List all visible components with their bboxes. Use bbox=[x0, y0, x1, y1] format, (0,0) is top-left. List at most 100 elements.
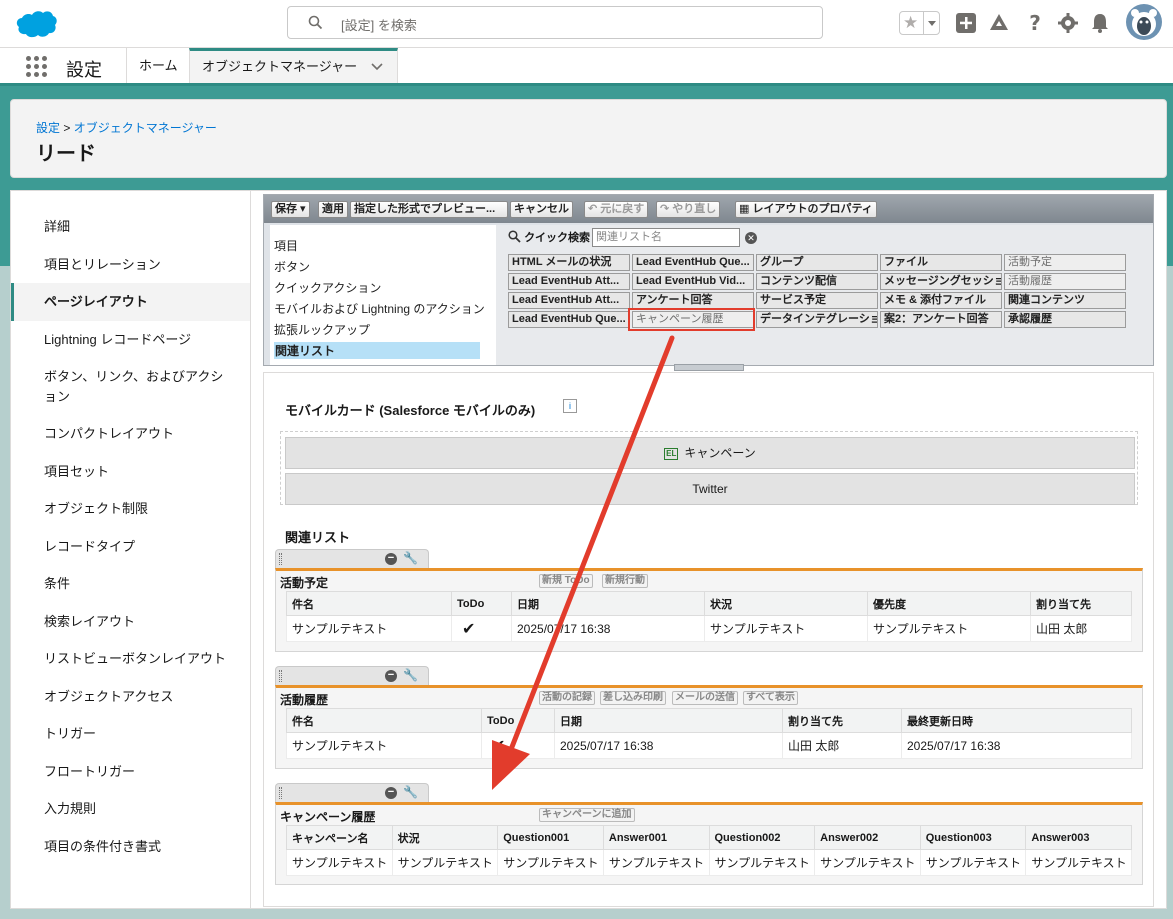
related-list-activity-history[interactable]: 活動履歴 活動の記録 差し込み印刷 メールの送信 すべて表示 件名 ToDo 日… bbox=[275, 685, 1143, 769]
palette-item[interactable]: アンケート回答 bbox=[632, 292, 754, 309]
info-icon[interactable]: i bbox=[563, 399, 577, 413]
sidebar-item-flow-triggers[interactable]: フロートリガー bbox=[11, 762, 250, 782]
sidebar-item-field-sets[interactable]: 項目セット bbox=[11, 462, 250, 482]
sidebar-item-compact-layouts[interactable]: コンパクトレイアウト bbox=[11, 424, 250, 444]
clear-search-icon[interactable]: ✕ bbox=[745, 232, 757, 244]
palette-item[interactable]: Lead EventHub Vid... bbox=[632, 273, 754, 290]
palette-category-related-lists[interactable]: 関連リスト bbox=[274, 342, 480, 359]
log-activity-button[interactable]: 活動の記録 bbox=[539, 691, 595, 705]
palette-item[interactable]: Lead EventHub Que... bbox=[508, 311, 630, 328]
palette-item[interactable]: サービス予定 bbox=[756, 292, 878, 309]
quick-search-input[interactable]: 関連リスト名 bbox=[592, 228, 740, 247]
undo-button[interactable]: ↶ 元に戻す bbox=[584, 201, 649, 218]
sidebar-item-lightning-record-pages[interactable]: Lightning レコードページ bbox=[11, 330, 250, 350]
palette-category-expanded-lookups[interactable]: 拡張ルックアップ bbox=[274, 321, 370, 338]
sidebar-item-validation-rules[interactable]: 入力規則 bbox=[11, 799, 250, 819]
palette-item[interactable]: 活動履歴 bbox=[1004, 273, 1126, 290]
sidebar-item-object-access[interactable]: オブジェクトアクセス bbox=[11, 687, 250, 707]
sidebar-item-triggers[interactable]: トリガー bbox=[11, 724, 250, 744]
palette-item[interactable]: メモ & 添付ファイル bbox=[880, 292, 1002, 309]
palette-category-fields[interactable]: 項目 bbox=[274, 237, 298, 254]
checkmark-icon: ✔ bbox=[451, 615, 512, 642]
related-list-handle[interactable]: − 🔧 bbox=[275, 666, 429, 685]
palette-item[interactable]: 活動予定 bbox=[1004, 254, 1126, 271]
sidebar-item-details[interactable]: 詳細 bbox=[11, 217, 250, 237]
sidebar-item-record-types[interactable]: レコードタイプ bbox=[11, 537, 250, 557]
sidebar-item-conditional-formatting[interactable]: 項目の条件付き書式 bbox=[11, 837, 250, 857]
related-list-campaign-history[interactable]: キャンペーン履歴 キャンペーンに追加 キャンペーン名 状況 Question00… bbox=[275, 802, 1143, 885]
add-to-campaign-button[interactable]: キャンペーンに追加 bbox=[539, 808, 635, 822]
palette-item[interactable]: Lead EventHub Que... bbox=[632, 254, 754, 271]
related-list-handle[interactable]: − 🔧 bbox=[275, 549, 429, 568]
palette-item[interactable]: HTML メールの状況 bbox=[508, 254, 630, 271]
palette-item[interactable]: 案2：アンケート回答 bbox=[880, 311, 1002, 328]
mobile-cards-title: モバイルカード (Salesforce モバイルのみ) bbox=[285, 403, 536, 418]
palette-category-mobile-actions[interactable]: モバイルおよび Lightning のアクション bbox=[274, 300, 485, 317]
sidebar-item-search-layouts[interactable]: 検索レイアウト bbox=[11, 612, 250, 632]
global-search[interactable]: [設定] を検索 bbox=[287, 6, 823, 39]
new-event-button[interactable]: 新規行動 bbox=[602, 574, 648, 588]
remove-icon[interactable]: − bbox=[385, 787, 397, 799]
remove-icon[interactable]: − bbox=[385, 553, 397, 565]
sidebar-item-page-layouts[interactable]: ページレイアウト bbox=[11, 283, 250, 321]
layout-properties-button[interactable]: ▦ レイアウトのプロパティ bbox=[735, 201, 877, 218]
sidebar-item-object-limits[interactable]: オブジェクト制限 bbox=[11, 499, 250, 519]
chevron-down-icon[interactable] bbox=[370, 62, 384, 72]
send-email-button[interactable]: メールの送信 bbox=[672, 691, 738, 705]
palette-item[interactable]: 承認履歴 bbox=[1004, 311, 1126, 328]
column-header: 日期 bbox=[554, 708, 783, 733]
sidebar-item-conditions[interactable]: 条件 bbox=[11, 574, 250, 594]
palette-item[interactable]: メッセージングセッション bbox=[880, 273, 1002, 290]
palette-item[interactable]: グループ bbox=[756, 254, 878, 271]
wrench-icon[interactable]: 🔧 bbox=[403, 668, 418, 682]
palette-item[interactable]: ファイル bbox=[880, 254, 1002, 271]
mobile-card-label: キャンペーン bbox=[684, 446, 756, 460]
palette-item[interactable]: Lead EventHub Att... bbox=[508, 292, 630, 309]
sidebar-item-fields[interactable]: 項目とリレーション bbox=[11, 255, 250, 275]
palette-item[interactable]: Lead EventHub Att... bbox=[508, 273, 630, 290]
app-launcher-icon[interactable] bbox=[26, 56, 48, 78]
new-task-button[interactable]: 新規 ToDo bbox=[539, 574, 593, 588]
mobile-card-campaign[interactable]: EL キャンペーン bbox=[285, 437, 1135, 469]
palette-item[interactable]: コンテンツ配信 bbox=[756, 273, 878, 290]
palette-resize-handle[interactable] bbox=[674, 364, 744, 371]
palette-category-buttons[interactable]: ボタン bbox=[274, 258, 310, 275]
mail-merge-button[interactable]: 差し込み印刷 bbox=[600, 691, 666, 705]
wrench-icon[interactable]: 🔧 bbox=[403, 785, 418, 799]
breadcrumb-setup-link[interactable]: 設定 bbox=[36, 121, 60, 135]
drag-grip-icon[interactable] bbox=[279, 670, 282, 682]
breadcrumb: 設定 > オブジェクトマネージャー bbox=[36, 119, 217, 136]
drag-grip-icon[interactable] bbox=[279, 787, 282, 799]
related-list-handle[interactable]: − 🔧 bbox=[275, 783, 429, 802]
view-all-button[interactable]: すべて表示 bbox=[743, 691, 798, 705]
related-list-open-activities[interactable]: 活動予定 新規 ToDo 新規行動 件名 ToDo 日期 状況 優先度 割り当て… bbox=[275, 568, 1143, 652]
breadcrumb-object-manager-link[interactable]: オブジェクトマネージャー bbox=[74, 121, 217, 135]
nav-tab-object-manager[interactable]: オブジェクトマネージャー bbox=[189, 48, 398, 83]
wrench-icon[interactable]: 🔧 bbox=[403, 551, 418, 565]
favorites-button[interactable]: ★ bbox=[899, 11, 940, 35]
layout-toolbar: 保存 ▾ 適用 指定した形式でプレビュー... キャンセル ↶ 元に戻す ↷ や… bbox=[264, 195, 1153, 223]
redo-button[interactable]: ↷ やり直し bbox=[656, 201, 721, 218]
global-create-icon[interactable] bbox=[955, 12, 977, 34]
help-icon[interactable]: ? bbox=[1024, 12, 1046, 34]
favorites-dropdown[interactable] bbox=[923, 12, 939, 34]
remove-icon[interactable]: − bbox=[385, 670, 397, 682]
palette-item[interactable]: データインテグレーション bbox=[756, 311, 878, 328]
user-avatar[interactable] bbox=[1126, 4, 1162, 40]
palette-item[interactable]: 関連コンテンツ bbox=[1004, 292, 1126, 309]
preview-as-button[interactable]: 指定した形式でプレビュー... bbox=[350, 201, 508, 218]
layout-properties-label: レイアウトのプロパティ bbox=[752, 203, 873, 215]
gear-icon[interactable] bbox=[1057, 12, 1079, 34]
sidebar-item-list-view-button-layout[interactable]: リストビューボタンレイアウト bbox=[11, 649, 250, 669]
trailhead-icon[interactable] bbox=[988, 12, 1010, 34]
notification-bell-icon[interactable] bbox=[1089, 12, 1111, 34]
save-button[interactable]: 保存 ▾ bbox=[271, 201, 310, 218]
salesforce-logo-icon[interactable] bbox=[14, 9, 58, 39]
mobile-card-twitter[interactable]: Twitter bbox=[285, 473, 1135, 505]
drag-grip-icon[interactable] bbox=[279, 553, 282, 565]
apply-button[interactable]: 適用 bbox=[318, 201, 348, 218]
palette-category-quick-actions[interactable]: クイックアクション bbox=[274, 279, 381, 296]
sidebar-item-buttons-links-actions[interactable]: ボタン、リンク、およびアクション bbox=[11, 367, 226, 407]
nav-tab-home[interactable]: ホーム bbox=[126, 48, 190, 83]
cancel-button[interactable]: キャンセル bbox=[510, 201, 573, 218]
